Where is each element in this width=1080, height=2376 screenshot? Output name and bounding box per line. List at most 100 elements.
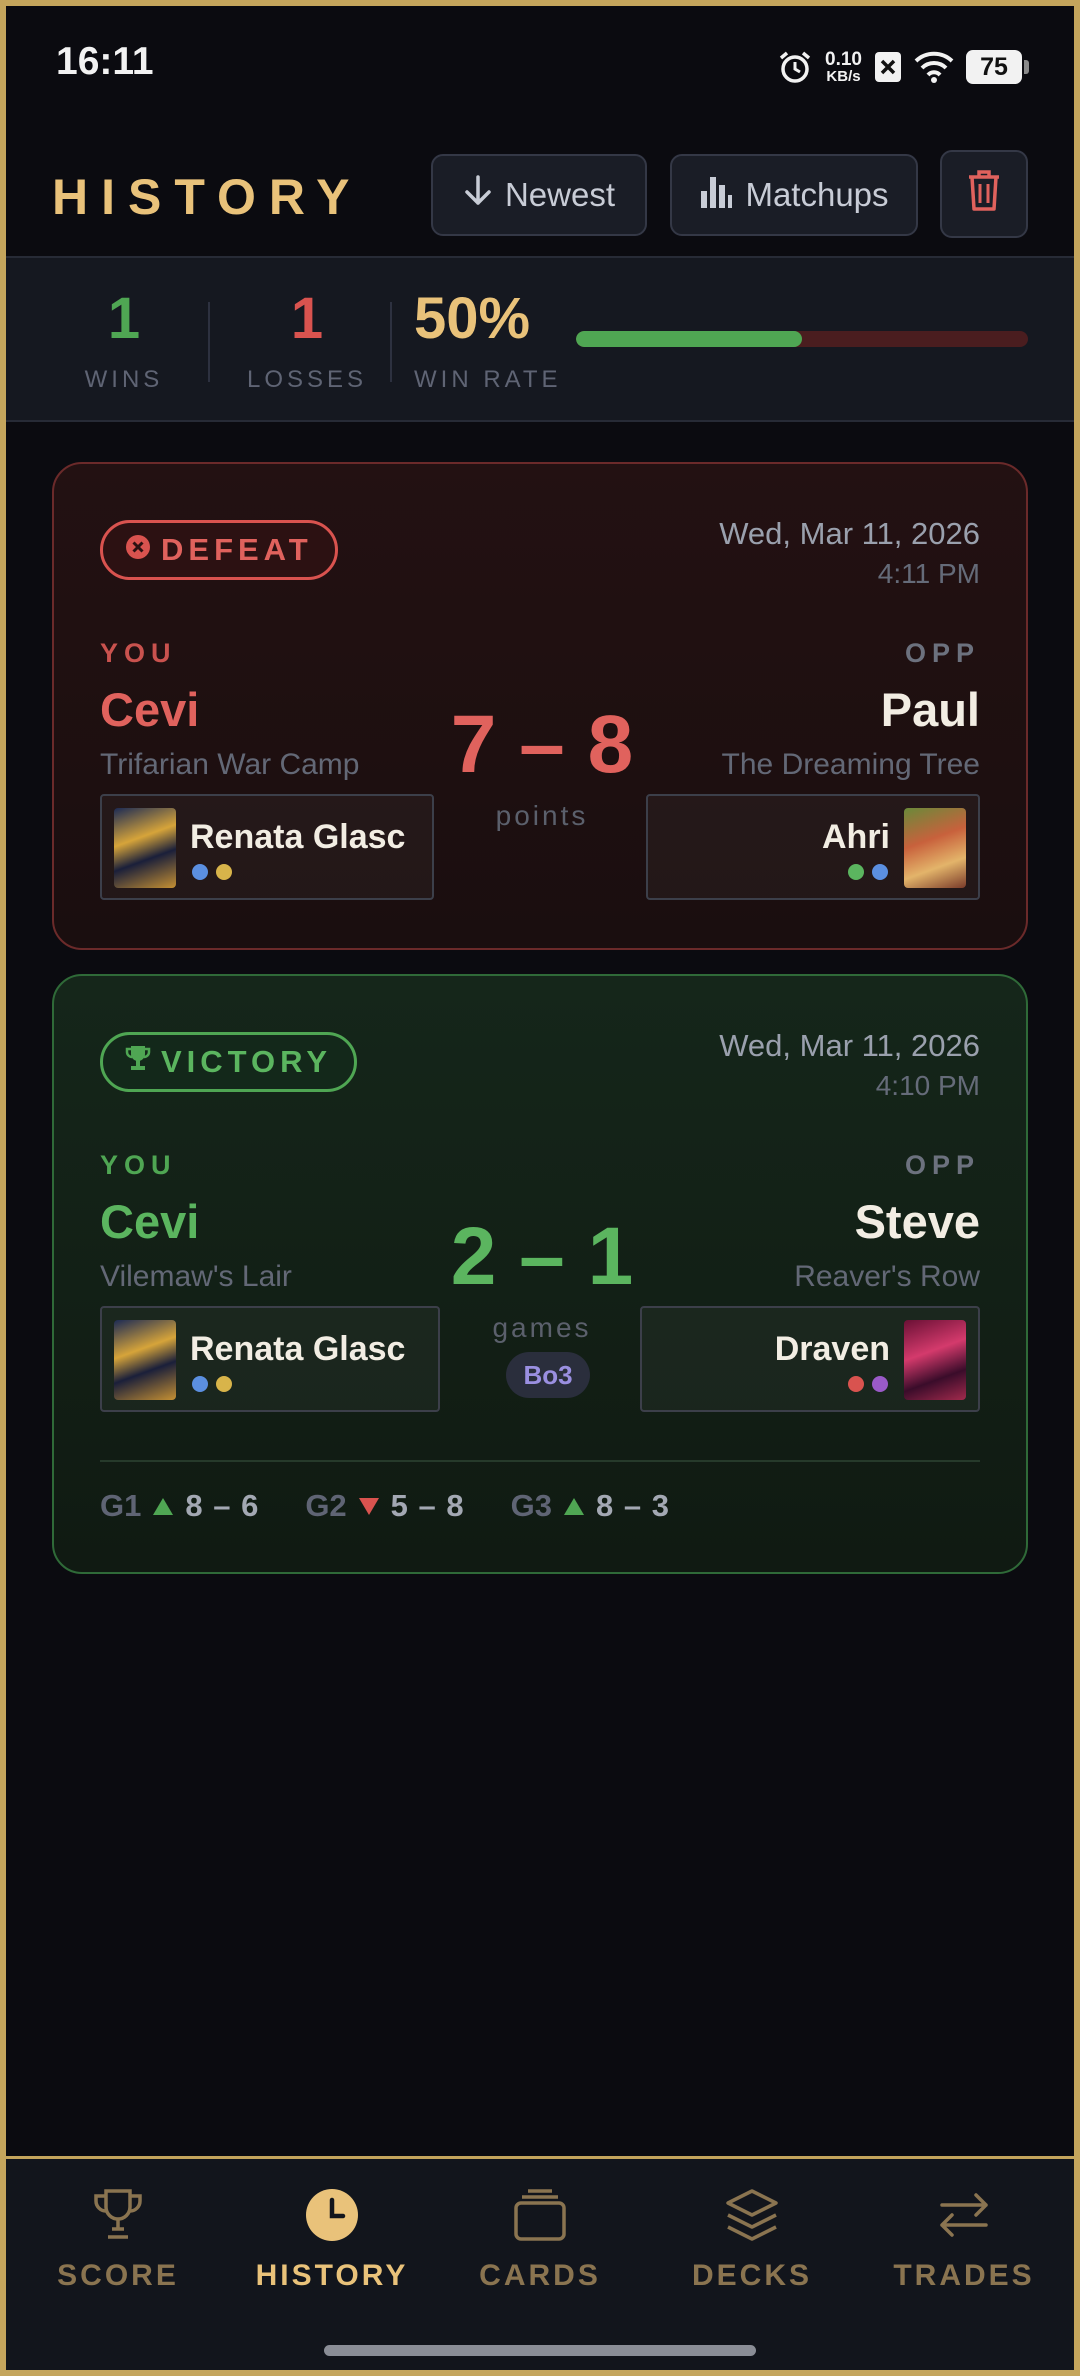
losses-label: LOSSES — [246, 366, 368, 393]
win-rate-bar — [576, 331, 1028, 347]
champion-art — [114, 808, 176, 888]
result-badge: DEFEAT — [100, 520, 338, 580]
opp-tag: OPP — [904, 1150, 980, 1180]
page-header: HISTORY Newest Matchups — [6, 146, 1074, 246]
wifi-icon — [914, 51, 954, 83]
nav-label: HISTORY — [255, 2259, 409, 2292]
alarm-icon — [777, 49, 813, 85]
trophy-icon — [18, 2185, 218, 2245]
game-label: G2 — [305, 1488, 347, 1523]
nav-label: TRADES — [893, 2259, 1035, 2292]
match-score: 7 – 8 — [450, 699, 634, 790]
nav-item-score[interactable]: SCORE — [18, 2185, 218, 2325]
champion-name: Ahri — [822, 818, 890, 856]
opp-tag: OPP — [904, 638, 980, 668]
wins-label: WINS — [84, 366, 164, 393]
match-card-defeat[interactable]: DEFEAT Wed, Mar 11, 2026 4:11 PM YOU OPP… — [52, 462, 1028, 950]
wins-count: 1 — [107, 286, 141, 351]
sort-newest-button[interactable]: Newest — [431, 154, 647, 236]
close-circle-icon — [125, 532, 151, 568]
sort-newest-label: Newest — [504, 176, 616, 213]
rune-dot-blue — [192, 864, 208, 880]
game-result: G3 8 – 3 — [511, 1488, 670, 1524]
you-battlefield: Vilemaw's Lair — [100, 1260, 292, 1293]
app-screen: 16:11 0.10 KB/s 75 HISTORY Newest Matchu… — [6, 6, 1074, 2370]
nav-label: CARDS — [479, 2259, 601, 2292]
nav-label: DECKS — [691, 2259, 812, 2292]
network-speed: 0.10 KB/s — [825, 50, 862, 84]
rune-dot-red — [848, 1376, 864, 1392]
match-date: Wed, Mar 11, 2026 4:10 PM — [719, 1026, 980, 1106]
status-icons: 0.10 KB/s 75 — [777, 44, 1029, 90]
triangle-up-icon — [153, 1497, 174, 1515]
layers-icon — [652, 2185, 852, 2245]
game-score: 8 – 3 — [595, 1488, 670, 1523]
win-rate-bar-fill — [576, 331, 802, 347]
result-badge: VICTORY — [100, 1032, 358, 1092]
win-rate-value: 50% — [414, 286, 531, 351]
nav-item-history[interactable]: HISTORY — [232, 2185, 432, 2325]
trash-icon — [967, 169, 1001, 219]
nav-item-cards[interactable]: CARDS — [440, 2185, 640, 2325]
you-player-name: Cevi — [100, 1195, 200, 1248]
close-box-icon — [874, 51, 902, 83]
match-score: 2 – 1 — [450, 1211, 634, 1302]
game-score: 5 – 8 — [390, 1488, 465, 1523]
you-champion: Renata Glasc — [100, 794, 434, 900]
match-date-day: Wed, Mar 11, 2026 — [719, 1028, 980, 1063]
rune-dot-purple — [872, 1376, 888, 1392]
losses-count: 1 — [290, 286, 324, 351]
stats-summary: 1 WINS 1 LOSSES 50% WIN RATE — [6, 256, 1074, 422]
rune-dot-green — [848, 864, 864, 880]
page-title: HISTORY — [52, 169, 363, 225]
win-rate-label: WIN RATE — [414, 366, 562, 393]
win-rate-stat: 50% WIN RATE — [414, 290, 574, 394]
net-speed-value: 0.10 — [825, 49, 862, 70]
status-time: 16:11 — [56, 40, 154, 83]
champion-name: Draven — [774, 1330, 890, 1368]
game-results: G1 8 – 6 G2 5 – 8 G3 8 – 3 — [100, 1488, 670, 1524]
champion-name: Renata Glasc — [190, 1330, 406, 1368]
you-champion: Renata Glasc — [100, 1306, 440, 1412]
champion-art — [904, 1320, 966, 1400]
game-label: G1 — [100, 1488, 142, 1523]
clock-icon — [232, 2185, 432, 2245]
net-speed-unit: KB/s — [826, 68, 861, 85]
triangle-up-icon — [563, 1497, 584, 1515]
opp-player-name: Paul — [880, 683, 980, 736]
result-label: DEFEAT — [161, 532, 313, 567]
match-date-day: Wed, Mar 11, 2026 — [719, 516, 980, 551]
you-tag: YOU — [100, 638, 177, 668]
nav-item-decks[interactable]: DECKS — [652, 2185, 852, 2325]
arrow-down-icon — [463, 174, 493, 216]
cards-icon — [440, 2185, 640, 2245]
delete-history-button[interactable] — [940, 150, 1028, 238]
you-tag: YOU — [100, 1150, 177, 1180]
triangle-down-icon — [358, 1497, 379, 1515]
game-score: 8 – 6 — [185, 1488, 260, 1523]
match-date: Wed, Mar 11, 2026 4:11 PM — [719, 514, 980, 594]
stats-divider — [390, 302, 392, 382]
battery-icon: 75 — [966, 50, 1029, 84]
opp-battlefield: Reaver's Row — [794, 1260, 980, 1293]
score-unit: games — [492, 1312, 592, 1343]
champion-art — [114, 1320, 176, 1400]
opp-battlefield: The Dreaming Tree — [721, 748, 980, 781]
status-bar: 16:11 0.10 KB/s 75 — [6, 6, 1074, 124]
bottom-nav: SCORE HISTORY CARDS DECKS TRADES — [6, 2156, 1074, 2370]
opp-player-name: Steve — [854, 1195, 980, 1248]
nav-item-trades[interactable]: TRADES — [864, 2185, 1064, 2325]
match-card-victory[interactable]: VICTORY Wed, Mar 11, 2026 4:10 PM YOU OP… — [52, 974, 1028, 1574]
home-indicator[interactable] — [324, 2345, 756, 2356]
rune-dots — [848, 1376, 888, 1392]
rune-dot-yellow — [216, 864, 232, 880]
you-battlefield: Trifarian War Camp — [100, 748, 360, 781]
matchups-button[interactable]: Matchups — [670, 154, 918, 236]
opp-champion: Draven — [640, 1306, 980, 1412]
game-result: G1 8 – 6 — [100, 1488, 259, 1524]
match-time: 4:10 PM — [875, 1070, 980, 1101]
rune-dot-blue — [872, 864, 888, 880]
you-player-name: Cevi — [100, 683, 200, 736]
bar-chart-icon — [699, 173, 733, 217]
wins-stat: 1 WINS — [64, 290, 184, 394]
